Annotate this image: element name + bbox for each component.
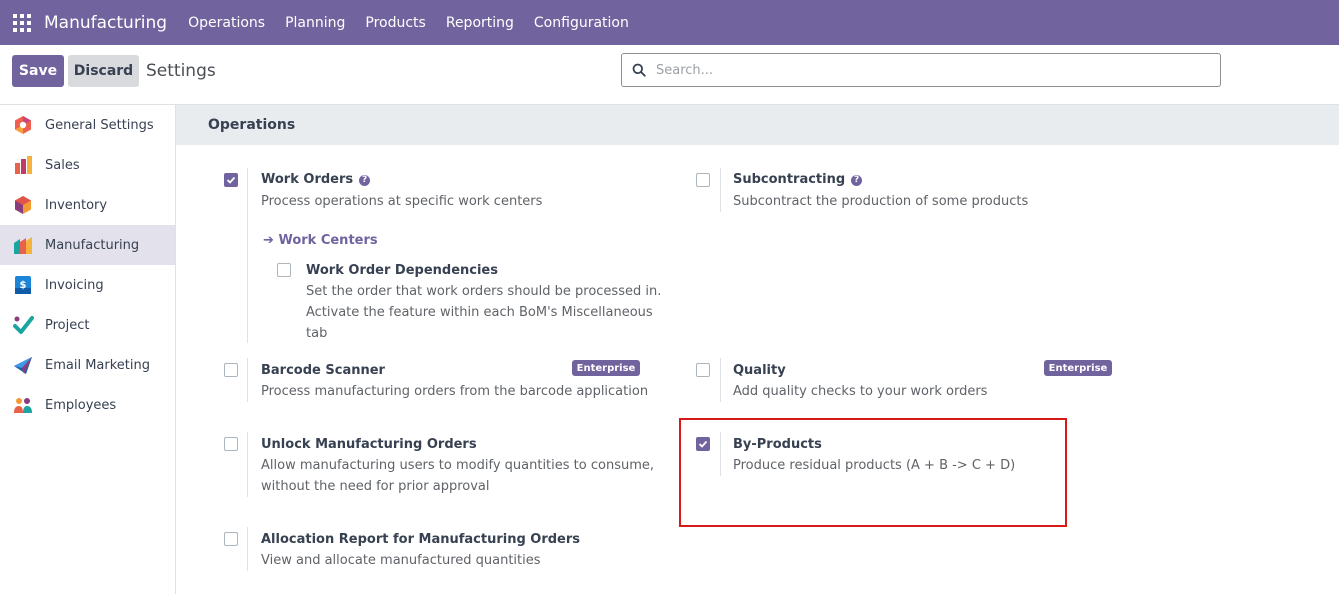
work-order-dependencies-description: Set the order that work orders should be…	[306, 284, 662, 341]
quality-description: Add quality checks to your work orders	[733, 384, 988, 399]
sidebar-item-employees[interactable]: Employees	[0, 385, 175, 425]
sidebar-item-label: Invoicing	[45, 277, 104, 293]
manufacturing-icon	[14, 237, 32, 254]
work-orders-title: Work Orders?	[261, 172, 371, 187]
divider	[247, 168, 248, 343]
save-button[interactable]: Save	[12, 55, 64, 87]
divider	[247, 358, 248, 402]
sidebar-item-label: General Settings	[45, 117, 154, 133]
sales-icon	[15, 156, 32, 174]
allocation-report-description: View and allocate manufactured quantitie…	[261, 553, 541, 568]
sidebar-item-label: Project	[45, 317, 90, 333]
allocation-report-title: Allocation Report for Manufacturing Orde…	[261, 532, 581, 547]
sidebar-item-manufacturing[interactable]: Manufacturing	[0, 225, 175, 265]
employees-icon	[14, 398, 32, 413]
quality-title: Quality	[733, 363, 786, 378]
subcontracting-label: Subcontracting	[733, 172, 846, 187]
enterprise-badge: Enterprise	[572, 360, 640, 376]
work-centers-link[interactable]: ➔ Work Centers	[263, 233, 378, 248]
invoicing-icon: $	[15, 276, 31, 294]
by-products-description: Produce residual products (A + B -> C + …	[733, 458, 1016, 473]
menu-operations[interactable]: Operations	[188, 15, 265, 31]
barcode-scanner-checkbox[interactable]	[224, 363, 238, 377]
search-icon	[632, 63, 646, 77]
barcode-scanner-description: Process manufacturing orders from the ba…	[261, 384, 649, 399]
allocation-report-checkbox[interactable]	[224, 532, 238, 546]
work-orders-checkbox[interactable]	[224, 173, 238, 187]
by-products-checkbox[interactable]	[696, 437, 710, 451]
sidebar-item-label: Employees	[45, 397, 117, 413]
menu-configuration[interactable]: Configuration	[534, 15, 629, 31]
subcontracting-checkbox[interactable]	[696, 173, 710, 187]
help-icon[interactable]: ?	[359, 175, 371, 186]
settings-sidebar: General Settings Sales Inventory Manufac…	[0, 105, 176, 594]
arrow-right-icon: ➔	[263, 233, 274, 248]
unlock-mo-description: Allow manufacturing users to modify quan…	[261, 458, 654, 494]
unlock-mo-title: Unlock Manufacturing Orders	[261, 437, 477, 452]
enterprise-badge: Enterprise	[1044, 360, 1112, 376]
project-icon	[13, 316, 34, 334]
inventory-icon	[15, 196, 31, 214]
search-box[interactable]	[621, 53, 1221, 87]
work-orders-label: Work Orders	[261, 172, 354, 187]
svg-text:$: $	[20, 280, 27, 291]
sidebar-item-inventory[interactable]: Inventory	[0, 185, 175, 225]
work-order-dependencies-checkbox[interactable]	[277, 263, 291, 277]
sidebar-item-sales[interactable]: Sales	[0, 145, 175, 185]
menu-reporting[interactable]: Reporting	[446, 15, 514, 31]
control-panel: Save Discard Settings	[0, 45, 1339, 105]
checkmark-icon	[226, 176, 236, 184]
subcontracting-description: Subcontract the production of some produ…	[733, 194, 1029, 209]
checkmark-icon	[698, 440, 708, 448]
by-products-title: By-Products	[733, 437, 822, 452]
barcode-scanner-title: Barcode Scanner	[261, 363, 385, 378]
sidebar-item-label: Manufacturing	[45, 237, 140, 253]
work-order-dependencies-title: Work Order Dependencies	[306, 263, 498, 278]
settings-content: Operations Work Orders? Process operatio…	[176, 105, 1339, 594]
divider	[720, 168, 721, 212]
sidebar-item-label: Inventory	[45, 197, 108, 213]
email-marketing-icon	[14, 357, 32, 374]
sidebar-item-email-marketing[interactable]: Email Marketing	[0, 345, 175, 385]
quality-checkbox[interactable]	[696, 363, 710, 377]
unlock-mo-checkbox[interactable]	[224, 437, 238, 451]
section-title: Operations	[176, 105, 1339, 145]
menu-products[interactable]: Products	[365, 15, 425, 31]
search-input[interactable]	[656, 62, 1156, 78]
app-brand[interactable]: Manufacturing	[44, 13, 167, 33]
sidebar-item-project[interactable]: Project	[0, 305, 175, 345]
page-title: Settings	[146, 61, 216, 81]
divider	[720, 358, 721, 402]
top-navbar: Manufacturing Operations Planning Produc…	[0, 0, 1339, 45]
apps-grid-icon[interactable]	[13, 13, 31, 32]
divider	[247, 432, 248, 497]
discard-button[interactable]: Discard	[68, 55, 139, 87]
general-settings-icon	[15, 116, 31, 134]
help-icon[interactable]: ?	[851, 175, 863, 186]
divider	[720, 432, 721, 476]
sidebar-item-label: Email Marketing	[45, 357, 150, 373]
work-centers-link-label: Work Centers	[278, 233, 378, 248]
work-orders-description: Process operations at specific work cent…	[261, 194, 543, 209]
sidebar-item-general-settings[interactable]: General Settings	[0, 105, 175, 145]
sidebar-item-invoicing[interactable]: $ Invoicing	[0, 265, 175, 305]
divider	[247, 527, 248, 571]
subcontracting-title: Subcontracting?	[733, 172, 863, 187]
menu-planning[interactable]: Planning	[285, 15, 345, 31]
sidebar-item-label: Sales	[45, 157, 80, 173]
